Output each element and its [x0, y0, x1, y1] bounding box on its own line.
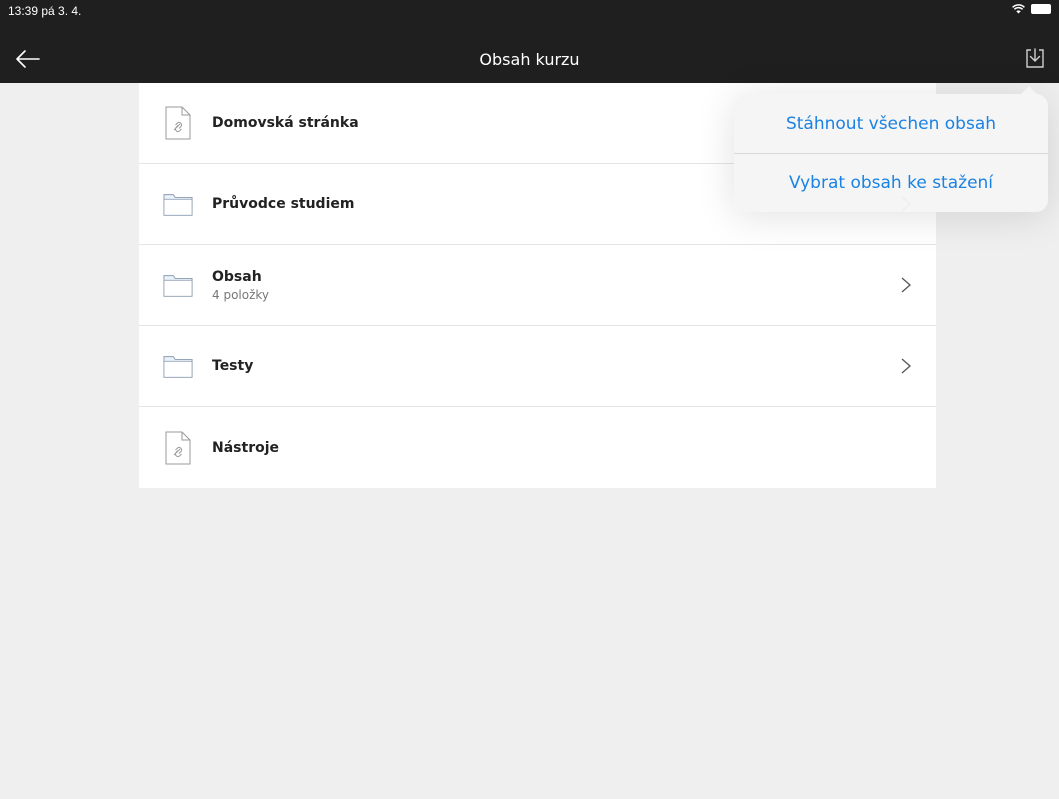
wifi-icon: [1012, 4, 1025, 14]
list-item-text: Nástroje: [212, 440, 279, 456]
folder-icon: [163, 346, 193, 386]
download-all-button[interactable]: Stáhnout všechen obsah: [734, 94, 1048, 153]
select-download-button[interactable]: Vybrat obsah ke stažení: [734, 153, 1048, 212]
list-item-content[interactable]: Obsah 4 položky: [139, 245, 936, 326]
popover-arrow: [1020, 86, 1038, 95]
download-popover: Stáhnout všechen obsah Vybrat obsah ke s…: [734, 86, 1048, 212]
list-item-tools[interactable]: Nástroje: [139, 407, 936, 488]
download-icon: [1026, 48, 1044, 68]
link-document-icon: [163, 103, 193, 143]
list-item-text: Obsah 4 položky: [212, 269, 269, 302]
list-item-title: Testy: [212, 358, 254, 374]
download-button[interactable]: [1021, 44, 1049, 72]
list-item-title: Průvodce studiem: [212, 196, 355, 212]
list-item-title: Nástroje: [212, 439, 280, 456]
list-item-title: Obsah: [212, 268, 262, 285]
navigation-bar: 13:39 pá 3. 4. Obsah kurzu: [0, 0, 1059, 83]
list-item-tests[interactable]: Testy: [139, 326, 936, 407]
link-document-icon: [163, 428, 193, 468]
list-item-text: Domovská stránka: [212, 115, 359, 131]
folder-icon: [163, 265, 193, 305]
chevron-right-icon: [901, 277, 911, 293]
list-item-subtitle: 4 položky: [212, 287, 270, 302]
page-title: Obsah kurzu: [479, 50, 580, 69]
status-time: 13:39 pá 3. 4.: [8, 4, 82, 18]
status-indicators: [1012, 4, 1051, 14]
battery-icon: [1031, 4, 1051, 14]
folder-icon: [163, 184, 193, 224]
list-item-title: Domovská stránka: [212, 115, 359, 131]
list-item-text: Průvodce studiem: [212, 196, 354, 212]
chevron-right-icon: [901, 358, 911, 374]
list-item-text: Testy: [212, 358, 253, 374]
